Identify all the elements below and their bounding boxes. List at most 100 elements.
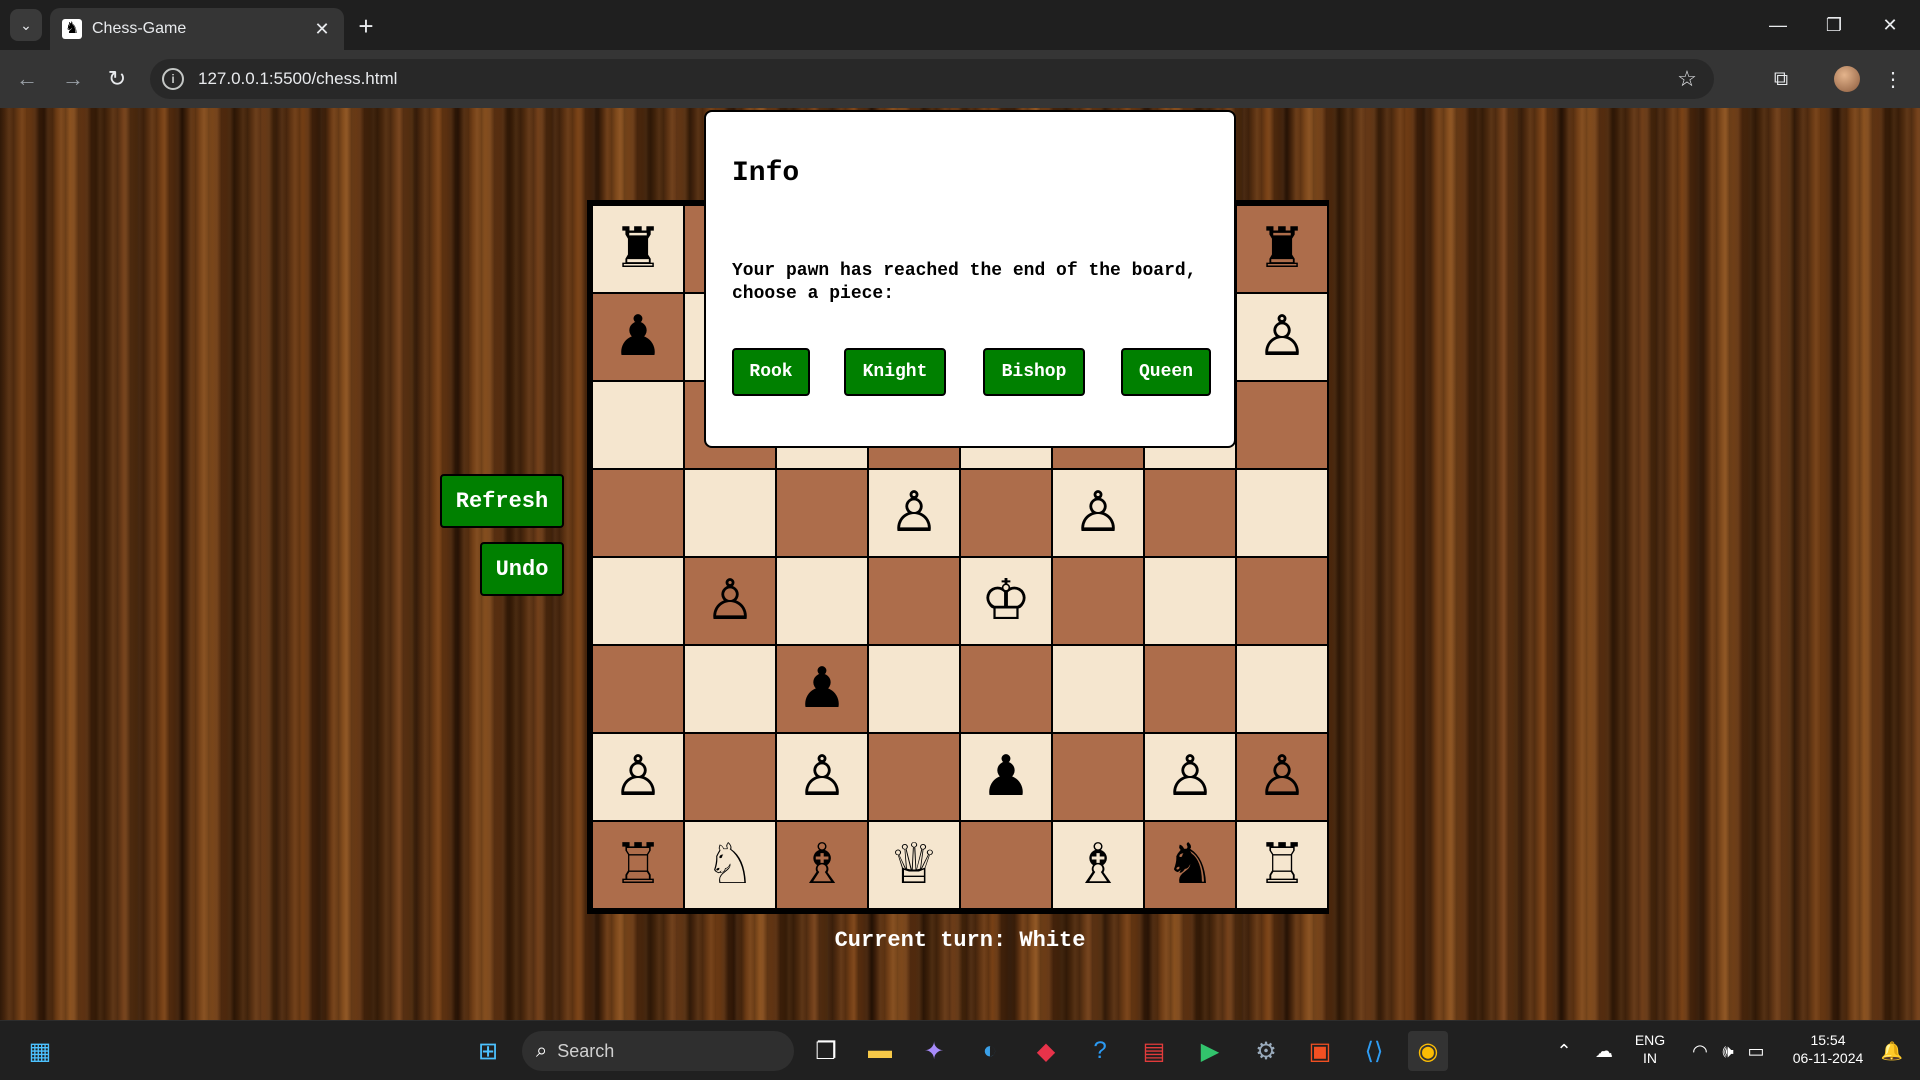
square-b4[interactable]: ♙ <box>685 558 775 644</box>
square-a1[interactable]: ♖ <box>593 822 683 908</box>
white-pawn-icon[interactable]: ♙ <box>1165 749 1215 805</box>
square-f3[interactable] <box>1053 646 1143 732</box>
white-rook-icon[interactable]: ♖ <box>613 837 663 893</box>
language-indicator[interactable]: ENG IN <box>1624 1031 1676 1067</box>
square-b3[interactable] <box>685 646 775 732</box>
square-c4[interactable] <box>777 558 867 644</box>
refresh-button[interactable]: Refresh <box>440 474 564 528</box>
ms-store-icon[interactable]: ▣ <box>1300 1031 1340 1071</box>
square-g5[interactable] <box>1145 470 1235 556</box>
square-b1[interactable]: ♘ <box>685 822 775 908</box>
square-a2[interactable]: ♙ <box>593 734 683 820</box>
square-e5[interactable] <box>961 470 1051 556</box>
file-explorer-icon[interactable]: ▬ <box>860 1031 900 1071</box>
taskbar-search[interactable]: ⌕ Search <box>522 1031 794 1071</box>
square-d1[interactable]: ♕ <box>869 822 959 908</box>
square-h4[interactable] <box>1237 558 1327 644</box>
git-app-icon[interactable]: ◆ <box>1026 1031 1066 1071</box>
white-bishop-icon[interactable]: ♗ <box>1073 837 1123 893</box>
square-h7[interactable]: ♙ <box>1237 294 1327 380</box>
reload-icon[interactable]: ↻ <box>102 64 132 94</box>
white-pawn-icon[interactable]: ♙ <box>889 485 939 541</box>
square-f1[interactable]: ♗ <box>1053 822 1143 908</box>
square-a6[interactable] <box>593 382 683 468</box>
square-c3[interactable]: ♟ <box>777 646 867 732</box>
chrome-icon[interactable]: ◉ <box>1408 1031 1448 1071</box>
square-e4[interactable]: ♔ <box>961 558 1051 644</box>
white-pawn-icon[interactable]: ♙ <box>797 749 847 805</box>
square-e3[interactable] <box>961 646 1051 732</box>
white-rook-icon[interactable]: ♖ <box>1257 837 1307 893</box>
white-pawn-icon[interactable]: ♙ <box>1257 749 1307 805</box>
menu-kebab-icon[interactable]: ⋮ <box>1878 64 1908 94</box>
onedrive-cloud-icon[interactable]: ☁ <box>1584 1031 1624 1071</box>
square-c2[interactable]: ♙ <box>777 734 867 820</box>
tray-chevron-up-icon[interactable]: ⌃ <box>1544 1031 1584 1071</box>
square-g3[interactable] <box>1145 646 1235 732</box>
minimize-icon[interactable]: — <box>1748 0 1808 50</box>
url-text[interactable]: 127.0.0.1:5500/chess.html <box>198 69 1672 89</box>
new-tab-button[interactable]: + <box>352 11 380 41</box>
square-g2[interactable]: ♙ <box>1145 734 1235 820</box>
white-queen-icon[interactable]: ♕ <box>889 837 939 893</box>
square-d2[interactable] <box>869 734 959 820</box>
square-e1[interactable] <box>961 822 1051 908</box>
square-c1[interactable]: ♗ <box>777 822 867 908</box>
close-tab-icon[interactable]: ✕ <box>310 17 334 41</box>
address-bar[interactable]: i 127.0.0.1:5500/chess.html ☆ <box>150 59 1714 99</box>
black-rook-icon[interactable]: ♜ <box>613 221 663 277</box>
profile-avatar[interactable] <box>1834 66 1860 92</box>
battery-icon[interactable]: ▭ <box>1736 1031 1776 1071</box>
undo-button[interactable]: Undo <box>480 542 564 596</box>
square-f4[interactable] <box>1053 558 1143 644</box>
start-windows-icon[interactable]: ⊞ <box>468 1031 508 1071</box>
square-h1[interactable]: ♖ <box>1237 822 1327 908</box>
promote-queen-button[interactable]: Queen <box>1121 348 1211 396</box>
bookmark-star-icon[interactable]: ☆ <box>1672 66 1702 92</box>
square-f5[interactable]: ♙ <box>1053 470 1143 556</box>
site-info-icon[interactable]: i <box>162 68 184 90</box>
active-tab[interactable]: ♞ Chess-Game ✕ <box>50 8 344 50</box>
black-rook-icon[interactable]: ♜ <box>1257 221 1307 277</box>
square-d3[interactable] <box>869 646 959 732</box>
square-d4[interactable] <box>869 558 959 644</box>
white-king-icon[interactable]: ♔ <box>981 573 1031 629</box>
edge-browser-icon[interactable]: ◐ <box>970 1031 1010 1071</box>
widgets-icon[interactable]: ▦ <box>20 1031 60 1071</box>
square-d5[interactable]: ♙ <box>869 470 959 556</box>
promote-rook-button[interactable]: Rook <box>732 348 810 396</box>
white-knight-icon[interactable]: ♘ <box>705 837 755 893</box>
forward-icon[interactable]: → <box>58 64 88 94</box>
play-store-icon[interactable]: ▶ <box>1190 1031 1230 1071</box>
restore-icon[interactable]: ❐ <box>1804 0 1864 50</box>
black-knight-icon[interactable]: ♞ <box>1165 837 1215 893</box>
square-f2[interactable] <box>1053 734 1143 820</box>
square-a8[interactable]: ♜ <box>593 206 683 292</box>
white-pawn-icon[interactable]: ♙ <box>613 749 663 805</box>
black-pawn-icon[interactable]: ♟ <box>981 749 1031 805</box>
square-h2[interactable]: ♙ <box>1237 734 1327 820</box>
news-app-icon[interactable]: ▤ <box>1134 1031 1174 1071</box>
square-b5[interactable] <box>685 470 775 556</box>
black-pawn-icon[interactable]: ♟ <box>797 661 847 717</box>
window-close-icon[interactable]: ✕ <box>1860 0 1920 50</box>
square-a3[interactable] <box>593 646 683 732</box>
get-help-icon[interactable]: ? <box>1080 1031 1120 1071</box>
promote-bishop-button[interactable]: Bishop <box>983 348 1085 396</box>
extensions-icon[interactable]: ⧉ <box>1766 64 1796 94</box>
white-pawn-icon[interactable]: ♙ <box>705 573 755 629</box>
white-bishop-icon[interactable]: ♗ <box>797 837 847 893</box>
clock[interactable]: 15:54 06-11-2024 <box>1780 1031 1876 1067</box>
back-icon[interactable]: ← <box>12 64 42 94</box>
square-h8[interactable]: ♜ <box>1237 206 1327 292</box>
white-pawn-icon[interactable]: ♙ <box>1073 485 1123 541</box>
black-pawn-icon[interactable]: ♟ <box>613 309 663 365</box>
task-view-icon[interactable]: ❐ <box>806 1031 846 1071</box>
square-a5[interactable] <box>593 470 683 556</box>
notification-bell-icon[interactable]: 🔔 <box>1872 1031 1912 1071</box>
square-h3[interactable] <box>1237 646 1327 732</box>
square-a4[interactable] <box>593 558 683 644</box>
white-pawn-icon[interactable]: ♙ <box>1257 309 1307 365</box>
settings-gear-icon[interactable]: ⚙ <box>1246 1031 1286 1071</box>
tab-search-button[interactable]: ⌄ <box>10 9 42 41</box>
